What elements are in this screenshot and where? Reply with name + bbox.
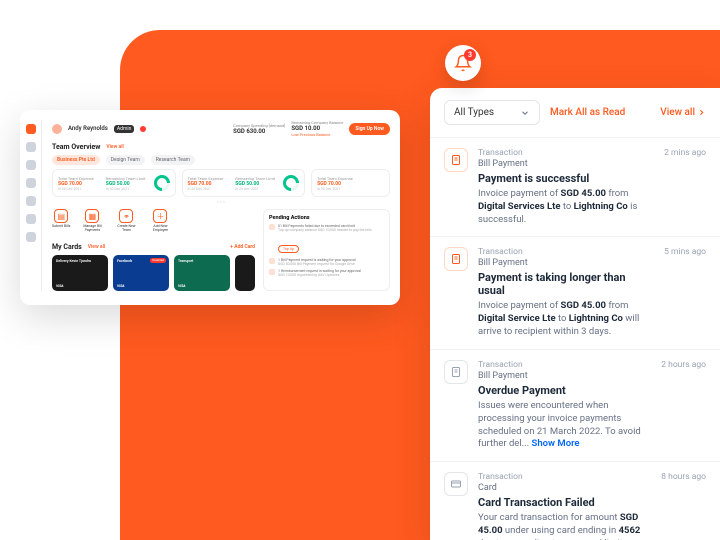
mark-all-read-button[interactable]: Mark All as Read — [550, 107, 625, 118]
credit-card[interactable]: TransportVISA — [174, 255, 230, 291]
credit-card[interactable]: Delivery Kevin TjandraVISA — [52, 255, 108, 291]
notification-item[interactable]: Transaction Bill Payment Payment is succ… — [430, 137, 720, 236]
user-name: Andy Reynolds — [68, 125, 108, 132]
quick-create-team[interactable]: ⚭Create New Team — [114, 209, 138, 233]
rail-logo — [26, 124, 36, 134]
progress-ring-icon — [150, 172, 173, 195]
notification-time: 8 hours ago — [661, 472, 706, 540]
notification-time: 5 mins ago — [664, 247, 706, 338]
rail-item[interactable] — [26, 232, 36, 242]
wallet-icon: ▦ — [85, 209, 99, 223]
notification-desc: Invoice payment of SGD 45.00 from Digita… — [478, 188, 654, 226]
pending-item[interactable]: 01 Bill Payments failed due to exceeded … — [269, 224, 384, 232]
notification-item[interactable]: Transaction Bill Payment Payment is taki… — [430, 236, 720, 348]
notification-item[interactable]: Transaction Bill Payment Overdue Payment… — [430, 349, 720, 461]
team-tabs: Business Pte Ltd Design Team Research Te… — [52, 155, 390, 165]
rail-item[interactable] — [26, 196, 36, 206]
disabled-badge: Disabled — [150, 258, 166, 263]
notification-desc: Your card transaction for amount SGD 45.… — [478, 512, 651, 540]
nav-rail — [20, 120, 42, 291]
dashboard-header: Andy Reynolds Admin Company Spending [de… — [52, 120, 390, 137]
view-all-button[interactable]: View all — [660, 107, 706, 118]
card-icon — [444, 472, 468, 496]
quick-add-employee[interactable]: ＋Add New Employee — [148, 209, 172, 233]
alert-icon — [269, 224, 275, 230]
notification-dot-icon[interactable] — [140, 126, 146, 132]
pending-item[interactable]: 1 Bill Payment request is waiting for yo… — [269, 258, 384, 266]
notification-time: 2 hours ago — [661, 360, 706, 451]
avatar — [52, 124, 62, 134]
spend-label-1: Company Spending [demand] — [233, 123, 285, 128]
invoice-icon — [444, 148, 468, 172]
rail-item[interactable] — [26, 142, 36, 152]
tab-design[interactable]: Design Team — [106, 155, 145, 165]
alert-icon — [269, 269, 275, 275]
alert-icon — [269, 258, 275, 264]
dashboard-card: Andy Reynolds Admin Company Spending [de… — [20, 110, 400, 305]
filter-dropdown[interactable]: All Types — [444, 100, 540, 125]
notification-time: 2 mins ago — [664, 148, 706, 226]
notifications-panel: All Types Mark All as Read View all Tran… — [430, 88, 720, 540]
invoice-icon — [444, 360, 468, 384]
tab-research[interactable]: Research Team — [151, 155, 195, 165]
notification-desc: Issues were encountered when processing … — [478, 400, 651, 451]
notification-item[interactable]: Transaction Card Card Transaction Failed… — [430, 461, 720, 540]
credit-card[interactable]: DisabledFacebookVISA — [113, 255, 169, 291]
notification-bell[interactable]: 3 — [445, 45, 481, 81]
pending-actions-title: Pending Actions — [269, 215, 384, 221]
quick-manage-payments[interactable]: ▦Manage Bill Payments — [80, 209, 104, 233]
cards-viewall[interactable]: View all — [88, 244, 105, 250]
filter-label: All Types — [454, 107, 494, 118]
top-up-button[interactable]: Top Up — [278, 245, 299, 253]
receipt-icon: ▤ — [54, 209, 68, 223]
sign-up-button[interactable]: Sign Up Now — [349, 123, 390, 135]
quick-submit-bills[interactable]: ▤Submit Bills — [52, 209, 70, 233]
progress-ring-icon — [280, 172, 303, 195]
user-plus-icon: ＋ — [153, 209, 167, 223]
rail-item[interactable] — [26, 214, 36, 224]
role-badge: Admin — [114, 125, 134, 133]
spend-amount-1: SGD 630.00 — [233, 128, 285, 135]
rail-item[interactable] — [26, 160, 36, 170]
pending-item[interactable]: 1 Reimbursement request is waiting for y… — [269, 269, 384, 277]
credit-card[interactable] — [235, 255, 255, 291]
show-more-link[interactable]: Show More — [532, 438, 580, 449]
pagination-dots[interactable]: • • • — [52, 200, 390, 206]
users-icon: ⚭ — [119, 209, 133, 223]
chevron-right-icon — [697, 108, 706, 117]
invoice-icon — [444, 247, 468, 271]
team-card[interactable]: Total Team Expense SGD 70.00 In 20 Dec 2… — [52, 169, 176, 197]
tab-business[interactable]: Business Pte Ltd — [52, 155, 100, 165]
rail-item[interactable] — [26, 178, 36, 188]
chevron-down-icon — [520, 108, 530, 118]
notification-desc: Invoice payment of SGD 45.00 from Digita… — [478, 300, 654, 338]
spend-amount-2: SGD 10.00 — [291, 125, 343, 132]
add-card-button[interactable]: + Add Card — [230, 244, 255, 250]
notification-count-badge: 3 — [464, 49, 476, 61]
team-overview-title: Team Overview — [52, 143, 100, 151]
team-overview-viewall[interactable]: View all — [106, 144, 123, 150]
low-balance-warning: Low Previous Balance — [291, 132, 343, 137]
team-card[interactable]: Total Team Expense SGD 70.00 In 20 Dec 2… — [182, 169, 306, 197]
team-card[interactable]: Total Team Expense SGD 70.00 In 20 Dec 2… — [311, 169, 390, 197]
my-cards-title: My Cards — [52, 243, 82, 251]
